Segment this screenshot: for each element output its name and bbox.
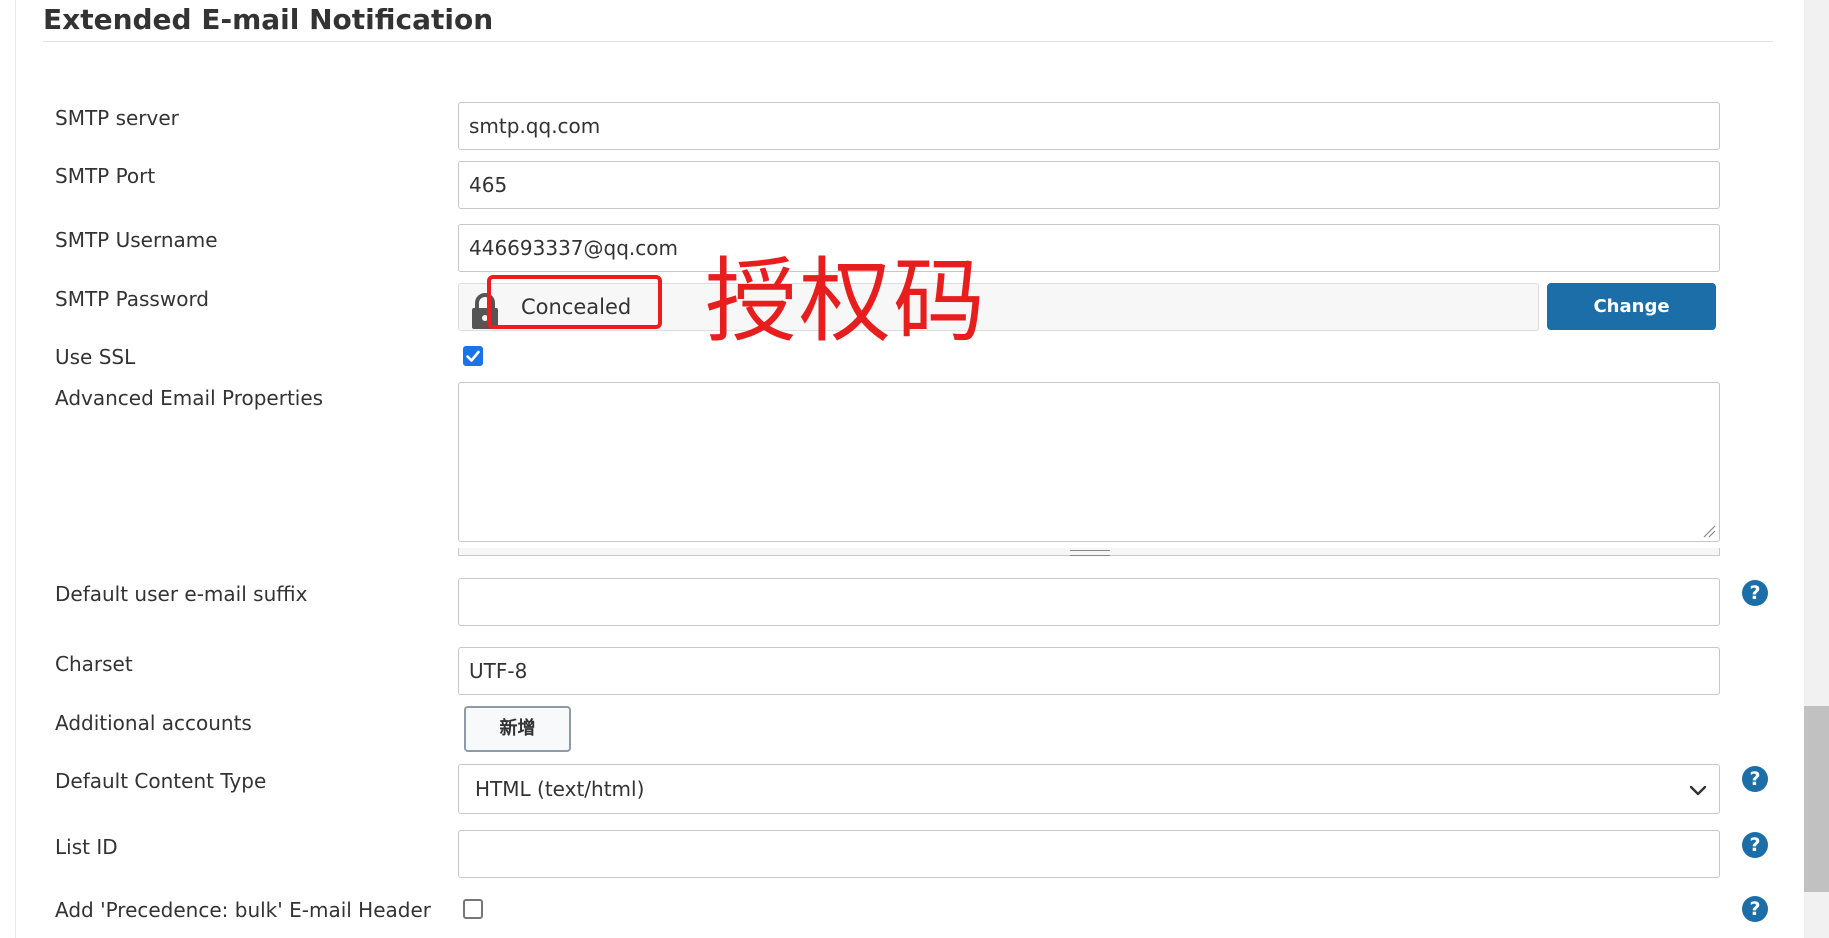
advanced-email-properties-textarea[interactable] — [458, 382, 1720, 542]
smtp-password-label: SMTP Password — [55, 287, 210, 311]
charset-input[interactable]: UTF-8 — [458, 647, 1720, 695]
default-content-type-select[interactable]: HTML (text/html) — [458, 764, 1720, 814]
help-icon[interactable]: ? — [1742, 832, 1768, 858]
page-left-border — [15, 0, 16, 938]
section-title: Extended E-mail Notification — [43, 3, 494, 36]
help-icon[interactable]: ? — [1742, 896, 1768, 922]
smtp-port-label: SMTP Port — [55, 164, 156, 188]
add-account-button[interactable]: 新增 — [464, 706, 571, 752]
smtp-server-input[interactable]: smtp.qq.com — [458, 102, 1720, 150]
smtp-server-label: SMTP server — [55, 106, 179, 130]
precedence-bulk-label: Add 'Precedence: bulk' E-mail Header — [55, 898, 431, 922]
annotation-text: 授权码 — [705, 248, 988, 355]
use-ssl-checkbox[interactable] — [463, 346, 483, 366]
use-ssl-label: Use SSL — [55, 345, 136, 369]
smtp-username-input[interactable]: 446693337@qq.com — [458, 224, 1720, 272]
additional-accounts-label: Additional accounts — [55, 711, 252, 735]
smtp-port-input[interactable]: 465 — [458, 161, 1720, 209]
help-icon[interactable]: ? — [1742, 580, 1768, 606]
default-content-type-label: Default Content Type — [55, 769, 267, 793]
section-divider — [43, 41, 1773, 42]
scrollbar-thumb[interactable] — [1804, 706, 1829, 892]
resize-grip-icon[interactable] — [1702, 524, 1716, 538]
precedence-bulk-checkbox[interactable] — [463, 899, 483, 919]
default-suffix-label: Default user e-mail suffix — [55, 582, 308, 606]
charset-label: Charset — [55, 652, 133, 676]
annotation-highlight-box — [487, 275, 662, 329]
selected-content-type: HTML (text/html) — [475, 777, 645, 801]
drag-handle-icon[interactable] — [1070, 550, 1110, 556]
help-icon[interactable]: ? — [1742, 766, 1768, 792]
chevron-down-icon — [1689, 785, 1707, 796]
advanced-email-properties-label: Advanced Email Properties — [55, 386, 324, 410]
checkmark-icon — [466, 350, 480, 362]
list-id-label: List ID — [55, 835, 118, 859]
change-password-button[interactable]: Change Password — [1547, 283, 1716, 364]
list-id-input[interactable] — [458, 830, 1720, 878]
smtp-username-label: SMTP Username — [55, 228, 218, 252]
default-suffix-input[interactable] — [458, 578, 1720, 626]
